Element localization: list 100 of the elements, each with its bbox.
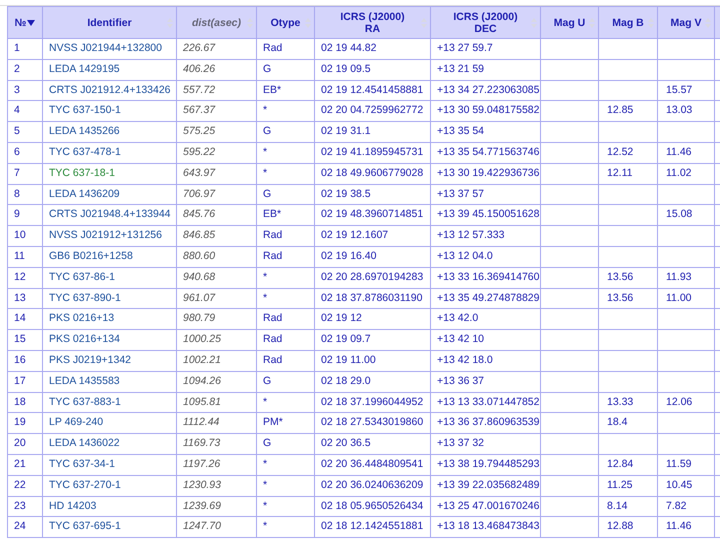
identifier-link[interactable]: TYC 637-695-1 <box>42 516 176 538</box>
distance-cell: 406.26 <box>176 59 256 80</box>
object-type-cell: * <box>256 516 314 538</box>
object-type-cell: * <box>256 163 314 184</box>
identifier-link[interactable]: PKS 0216+13 <box>42 308 176 330</box>
object-type-cell: Rad <box>256 246 314 268</box>
identifier-link[interactable]: PKS J0219+1342 <box>42 350 176 372</box>
identifier-link[interactable]: LP 469-240 <box>42 412 176 434</box>
identifier-link[interactable]: TYC 637-270-1 <box>42 475 176 496</box>
distance-cell: 940.68 <box>176 267 256 288</box>
identifier-link[interactable]: NVSS J021912+131256 <box>42 226 176 246</box>
dec-cell: +13 35 49.274878829 <box>430 288 540 309</box>
magnitude-cell: 7.82 <box>658 496 714 517</box>
column-header[interactable]: dist(asec) <box>176 6 256 38</box>
column-header[interactable]: Mag U <box>540 6 598 38</box>
identifier-link[interactable]: PKS 0216+134 <box>42 330 176 350</box>
object-type-cell: G <box>256 59 314 80</box>
object-type-cell: * <box>256 392 314 413</box>
distance-cell: 1002.21 <box>176 350 256 372</box>
magnitude-cell: 18.4 <box>598 412 658 434</box>
distance-cell: 1239.69 <box>176 496 256 517</box>
magnitude-cell: 10.45 <box>658 475 714 496</box>
magnitude-cell: 11.00 <box>658 288 714 309</box>
magnitude-cell: 12.88 <box>598 516 658 538</box>
magnitude-cell: 12.06 <box>658 392 714 413</box>
dec-cell: +13 35 54 <box>430 122 540 142</box>
row-number: 21 <box>8 454 42 476</box>
identifier-link[interactable]: LEDA 1435266 <box>42 122 176 142</box>
identifier-link[interactable]: TYC 637-150-1 <box>42 100 176 122</box>
magnitude-cell: 13.33 <box>598 392 658 413</box>
ra-cell: 02 18 05.9650526434 <box>314 496 430 517</box>
ra-cell: 02 20 36.0240636209 <box>314 475 430 496</box>
ra-cell: 02 19 44.82 <box>314 38 430 60</box>
row-number: 19 <box>8 412 42 434</box>
row-number: 18 <box>8 392 42 413</box>
ra-cell: 02 20 04.7259962772 <box>314 100 430 122</box>
dec-cell: +13 25 47.001670246 <box>430 496 540 517</box>
distance-cell: 1095.81 <box>176 392 256 413</box>
identifier-link[interactable]: GB6 B0216+1258 <box>42 246 176 268</box>
dec-cell: +13 42 18.0 <box>430 350 540 372</box>
identifier-link[interactable]: LEDA 1436209 <box>42 184 176 205</box>
identifier-link[interactable]: TYC 637-890-1 <box>42 288 176 309</box>
ra-cell: 02 18 37.8786031190 <box>314 288 430 309</box>
ra-cell: 02 18 37.1996044952 <box>314 392 430 413</box>
ra-cell: 02 19 12.4541458881 <box>314 80 430 101</box>
row-number: 5 <box>8 122 42 142</box>
column-header[interactable]: № <box>8 6 42 38</box>
object-type-cell: Rad <box>256 350 314 372</box>
magnitude-cell: 11.25 <box>598 475 658 496</box>
dec-cell: +13 30 59.048175582 <box>430 100 540 122</box>
identifier-link[interactable]: TYC 637-883-1 <box>42 392 176 413</box>
identifier-link[interactable]: TYC 637-86-1 <box>42 267 176 288</box>
identifier-link[interactable]: CRTS J021948.4+133944 <box>42 204 176 226</box>
row-number: 2 <box>8 59 42 80</box>
identifier-link[interactable]: CRTS J021912.4+133426 <box>42 80 176 101</box>
row-number: 12 <box>8 267 42 288</box>
dec-cell: +13 13 33.071447852 <box>430 392 540 413</box>
ra-cell: 02 19 11.00 <box>314 350 430 372</box>
magnitude-cell: 11.93 <box>658 267 714 288</box>
column-header[interactable]: Mag B <box>598 6 658 38</box>
object-type-cell: Rad <box>256 308 314 330</box>
ra-cell: 02 19 48.3960714851 <box>314 204 430 226</box>
object-type-cell: Rad <box>256 226 314 246</box>
ra-cell: 02 20 28.6970194283 <box>314 267 430 288</box>
identifier-link[interactable]: TYC 637-34-1 <box>42 454 176 476</box>
distance-cell: 1094.26 <box>176 371 256 392</box>
object-type-cell: G <box>256 122 314 142</box>
identifier-link[interactable]: HD 14203 <box>42 496 176 517</box>
identifier-link[interactable]: LEDA 1436022 <box>42 434 176 454</box>
dec-cell: +13 12 57.333 <box>430 226 540 246</box>
ra-cell: 02 19 31.1 <box>314 122 430 142</box>
column-header[interactable]: Otype <box>256 6 314 38</box>
object-type-cell: * <box>256 288 314 309</box>
identifier-link[interactable]: NVSS J021944+132800 <box>42 38 176 60</box>
identifier-link[interactable]: TYC 637-18-1 <box>42 163 176 184</box>
row-number: 10 <box>8 226 42 246</box>
dec-cell: +13 36 37 <box>430 371 540 392</box>
row-number: 15 <box>8 330 42 350</box>
object-type-cell: * <box>256 496 314 517</box>
magnitude-cell: 13.03 <box>658 100 714 122</box>
column-header[interactable]: Mag V <box>658 6 714 38</box>
distance-cell: 880.60 <box>176 246 256 268</box>
column-header[interactable]: Identifier <box>42 6 176 38</box>
row-number: 14 <box>8 308 42 330</box>
ra-cell: 02 20 36.5 <box>314 434 430 454</box>
dec-cell: +13 36 37.860963539 <box>430 412 540 434</box>
column-header[interactable]: ICRS (J2000) DEC <box>430 6 540 38</box>
dec-cell: +13 37 57 <box>430 184 540 205</box>
object-type-cell: * <box>256 100 314 122</box>
identifier-link[interactable]: LEDA 1435583 <box>42 371 176 392</box>
row-number: 8 <box>8 184 42 205</box>
dec-cell: +13 37 32 <box>430 434 540 454</box>
column-header[interactable]: ICRS (J2000) RA <box>314 6 430 38</box>
identifier-link[interactable]: LEDA 1429195 <box>42 59 176 80</box>
dec-cell: +13 38 19.794485293 <box>430 454 540 476</box>
magnitude-cell: 8.14 <box>598 496 658 517</box>
identifier-link[interactable]: TYC 637-478-1 <box>42 142 176 164</box>
magnitude-cell: 13.56 <box>598 288 658 309</box>
dec-cell: +13 35 54.771563746 <box>430 142 540 164</box>
distance-cell: 706.97 <box>176 184 256 205</box>
